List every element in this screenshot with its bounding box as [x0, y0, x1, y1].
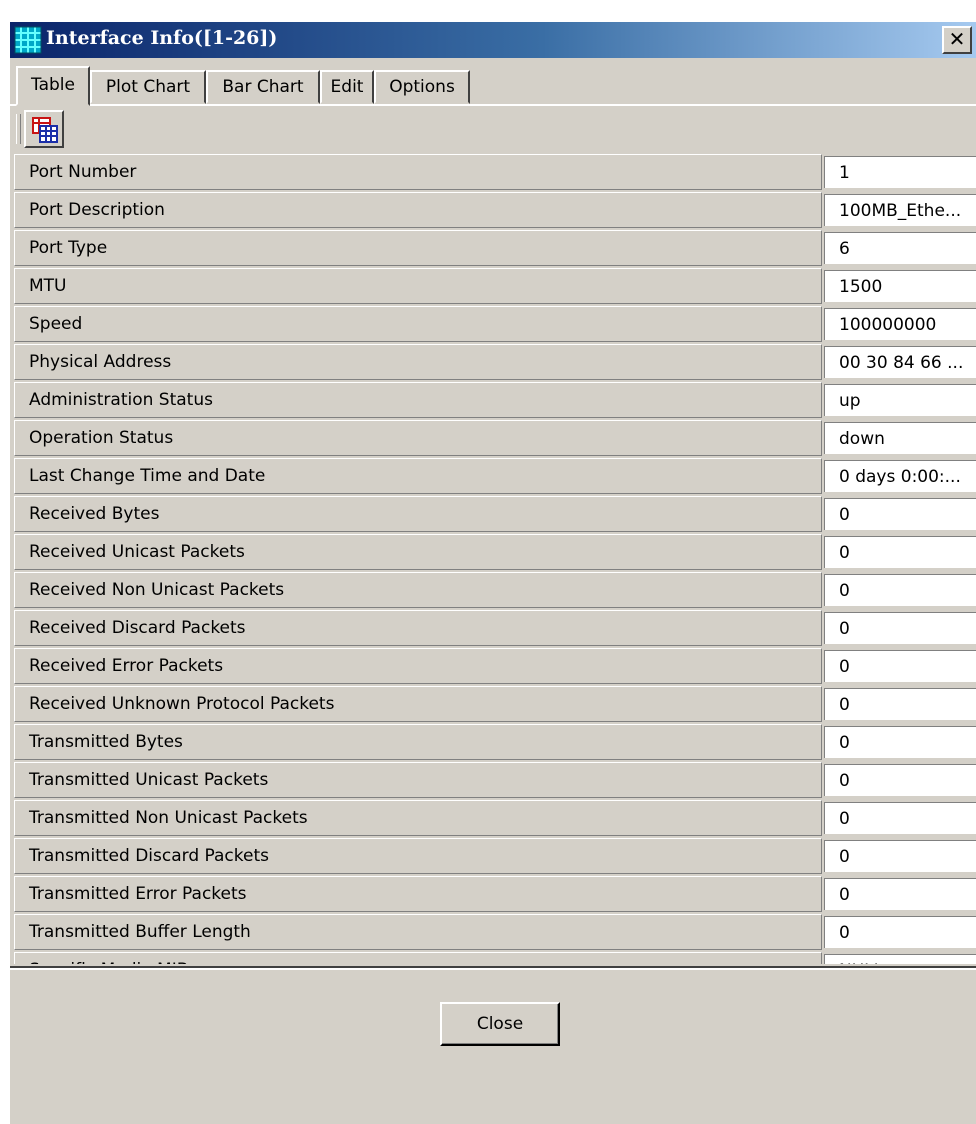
- row-value[interactable]: 0: [824, 650, 976, 682]
- row-label: Received Error Packets: [14, 648, 822, 684]
- row-label: Last Change Time and Date: [14, 458, 822, 494]
- toolbar-grip[interactable]: [16, 114, 21, 144]
- tab-edit-label: Edit: [330, 77, 364, 97]
- table-row[interactable]: Received Unknown Protocol Packets 0: [14, 686, 976, 722]
- table-row[interactable]: Speed 100000000: [14, 306, 976, 342]
- row-value[interactable]: 0 days 0:00:...: [824, 460, 976, 492]
- table-row[interactable]: Received Bytes 0: [14, 496, 976, 532]
- tab-options-label: Options: [389, 77, 455, 97]
- table-row[interactable]: Physical Address 00 30 84 66 ...: [14, 344, 976, 380]
- tab-options[interactable]: Options: [374, 70, 470, 104]
- row-label: Administration Status: [14, 382, 822, 418]
- row-value[interactable]: 0: [824, 840, 976, 872]
- close-button-label: Close: [476, 1014, 524, 1034]
- row-value[interactable]: 1: [824, 156, 976, 188]
- row-value[interactable]: 0: [824, 878, 976, 910]
- table-row[interactable]: Port Number 1: [14, 154, 976, 190]
- row-label: MTU: [14, 268, 822, 304]
- row-label: Received Non Unicast Packets: [14, 572, 822, 608]
- table-row[interactable]: Port Description 100MB_Ethe...: [14, 192, 976, 228]
- row-label: Received Unknown Protocol Packets: [14, 686, 822, 722]
- row-label: Port Description: [14, 192, 822, 228]
- tab-bar: Table Plot Chart Bar Chart Edit Options: [10, 66, 976, 106]
- row-value[interactable]: 0: [824, 536, 976, 568]
- close-button[interactable]: Close: [440, 1002, 560, 1046]
- tab-bar-chart-label: Bar Chart: [222, 77, 304, 97]
- tab-bar-chart[interactable]: Bar Chart: [206, 70, 320, 104]
- table-row[interactable]: Transmitted Bytes 0: [14, 724, 976, 760]
- window-title: Interface Info([1-26]): [46, 27, 278, 49]
- tab-divider: [10, 104, 976, 106]
- row-label: Received Bytes: [14, 496, 822, 532]
- table-row[interactable]: Administration Status up: [14, 382, 976, 418]
- table-row[interactable]: Last Change Time and Date 0 days 0:00:...: [14, 458, 976, 494]
- table-view-button[interactable]: [24, 110, 64, 148]
- row-label: Operation Status: [14, 420, 822, 456]
- row-value[interactable]: down: [824, 422, 976, 454]
- row-value[interactable]: NULL: [824, 954, 976, 964]
- tab-plot-chart-label: Plot Chart: [105, 77, 191, 97]
- row-value[interactable]: up: [824, 384, 976, 416]
- table-row[interactable]: Received Error Packets 0: [14, 648, 976, 684]
- row-label: Physical Address: [14, 344, 822, 380]
- tab-table-label: Table: [31, 75, 75, 95]
- row-label: Received Discard Packets: [14, 610, 822, 646]
- title-bar[interactable]: Interface Info([1-26]) ✕: [10, 22, 976, 58]
- row-label: Transmitted Discard Packets: [14, 838, 822, 874]
- row-label: Transmitted Error Packets: [14, 876, 822, 912]
- interface-info-table: Port Number 1 Port Description 100MB_Ethe..…: [14, 154, 976, 964]
- table-row[interactable]: Transmitted Buffer Length 0: [14, 914, 976, 950]
- row-value[interactable]: 0: [824, 688, 976, 720]
- tab-plot-chart[interactable]: Plot Chart: [90, 70, 206, 104]
- table-row[interactable]: Received Discard Packets 0: [14, 610, 976, 646]
- row-value[interactable]: 00 30 84 66 ...: [824, 346, 976, 378]
- row-label: Transmitted Unicast Packets: [14, 762, 822, 798]
- row-value[interactable]: 1500: [824, 270, 976, 302]
- row-label: Speed: [14, 306, 822, 342]
- row-label: Transmitted Buffer Length: [14, 914, 822, 950]
- row-label: Port Number: [14, 154, 822, 190]
- table-row[interactable]: Specific Media MIBNULL: [14, 952, 976, 964]
- interface-info-window: Interface Info([1-26]) ✕ Table Plot Char…: [8, 20, 976, 1124]
- table-view-icon: [32, 117, 58, 143]
- close-icon: ✕: [948, 27, 966, 51]
- row-value[interactable]: 6: [824, 232, 976, 264]
- table-row[interactable]: MTU 1500: [14, 268, 976, 304]
- table-row[interactable]: Received Unicast Packets 0: [14, 534, 976, 570]
- toolbar: [10, 108, 976, 152]
- row-value[interactable]: 0: [824, 764, 976, 796]
- row-label: Transmitted Non Unicast Packets: [14, 800, 822, 836]
- table-row[interactable]: Transmitted Discard Packets 0: [14, 838, 976, 874]
- footer-separator-highlight: [10, 968, 976, 970]
- row-value[interactable]: 0: [824, 802, 976, 834]
- row-label: Transmitted Bytes: [14, 724, 822, 760]
- row-label: Received Unicast Packets: [14, 534, 822, 570]
- row-value[interactable]: 100000000: [824, 308, 976, 340]
- row-value[interactable]: 0: [824, 574, 976, 606]
- table-row[interactable]: Transmitted Unicast Packets 0: [14, 762, 976, 798]
- tab-edit[interactable]: Edit: [320, 70, 374, 104]
- window-close-button[interactable]: ✕: [942, 26, 972, 54]
- tab-table[interactable]: Table: [16, 66, 90, 106]
- row-label: Specific Media MIB: [14, 952, 822, 964]
- table-row[interactable]: Received Non Unicast Packets 0: [14, 572, 976, 608]
- row-label: Port Type: [14, 230, 822, 266]
- row-value[interactable]: 0: [824, 916, 976, 948]
- row-value[interactable]: 0: [824, 612, 976, 644]
- grid-app-icon: [14, 26, 42, 54]
- table-row[interactable]: Operation Status down: [14, 420, 976, 456]
- row-value[interactable]: 0: [824, 498, 976, 530]
- table-row[interactable]: Transmitted Non Unicast Packets 0: [14, 800, 976, 836]
- table-row[interactable]: Port Type 6: [14, 230, 976, 266]
- row-value[interactable]: 0: [824, 726, 976, 758]
- table-row[interactable]: Transmitted Error Packets 0: [14, 876, 976, 912]
- row-value[interactable]: 100MB_Ethe...: [824, 194, 976, 226]
